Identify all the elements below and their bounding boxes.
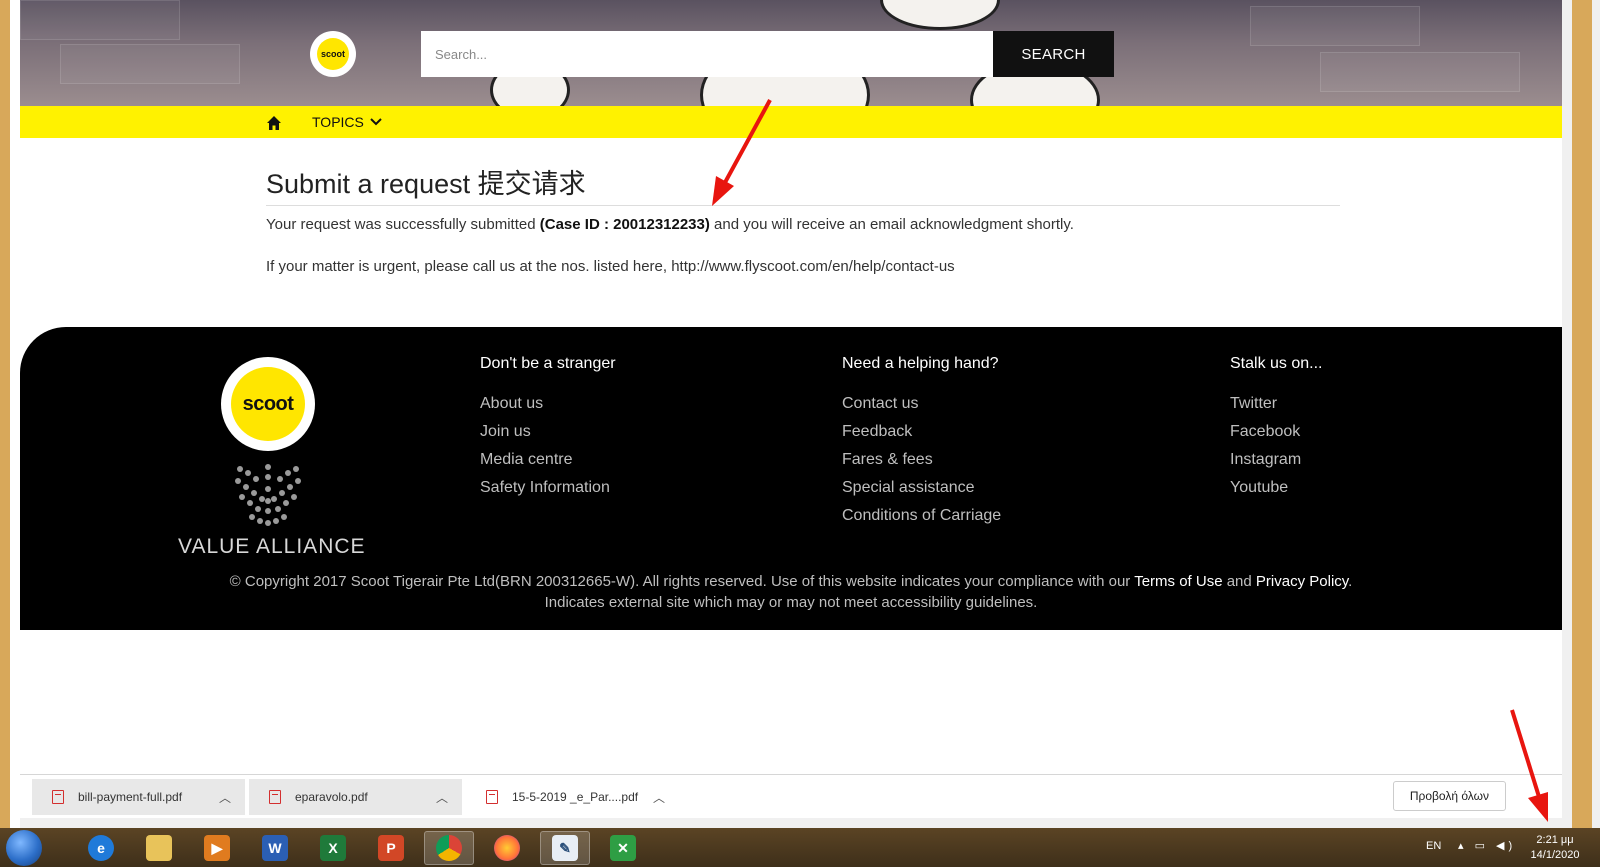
copyright-period: . [1348,573,1353,590]
footer-link-contact[interactable]: Contact us [842,395,1001,423]
chevron-up-icon[interactable]: ︿ [219,789,231,806]
topics-label: TOPICS [312,114,364,130]
success-message: Your request was successfully submitted … [266,216,1074,233]
clock-date: 14/1/2020 [1530,849,1580,861]
chevron-up-icon[interactable]: ︿ [436,789,448,806]
footer-heading: Don't be a stranger [480,355,616,372]
banner-brick [1250,6,1420,46]
media-player-icon: ▶ [204,835,230,861]
footer-column-social: Stalk us on... Twitter Facebook Instagra… [1230,355,1323,507]
download-bar: bill-payment-full.pdf ︿ eparavolo.pdf ︿ … [20,774,1562,818]
excel-icon: X [320,835,346,861]
banner-brick [60,44,240,84]
scoot-footer-logo-text: scoot [231,367,305,441]
footer-link-safety[interactable]: Safety Information [480,479,616,507]
clock-time: 2:21 μμ [1536,834,1574,846]
footer-link-youtube[interactable]: Youtube [1230,479,1323,507]
download-filename: 15-5-2019 _e_Par....pdf [512,790,639,804]
footer-heading: Stalk us on... [1230,355,1323,372]
urgent-contact-message: If your matter is urgent, please call us… [266,258,955,275]
word-icon: W [262,835,288,861]
value-alliance-icon [235,464,301,526]
taskbar-excel[interactable]: X [308,831,358,865]
search-input[interactable] [421,31,993,77]
download-filename: bill-payment-full.pdf [78,790,183,804]
start-button[interactable] [6,830,42,866]
tray-icons[interactable]: ▴ ▭ ◀) [1458,839,1516,852]
annotation-arrow-icon [1510,709,1548,822]
powerpoint-icon: P [378,835,404,861]
footer-link-fares[interactable]: Fares & fees [842,451,1001,479]
scoot-logo[interactable]: scoot [310,31,356,77]
pdf-icon [52,790,64,804]
chevron-up-icon[interactable]: ︿ [653,789,665,806]
annotation-arrow-icon [712,99,772,206]
copyright-main: © Copyright 2017 Scoot Tigerair Pte Ltd(… [229,573,1135,590]
site-footer: scoot VALUE ALLIANCE Don't be a stranger… [20,327,1562,630]
download-item[interactable]: bill-payment-full.pdf ︿ [32,779,245,815]
web-page: scoot SEARCH TOPICS Submit a request 提交请… [20,0,1562,774]
taskbar-powerpoint[interactable]: P [366,831,416,865]
footer-link-about[interactable]: About us [480,395,616,423]
nav-bar: TOPICS [20,106,1562,138]
footer-link-join[interactable]: Join us [480,423,616,451]
footer-link-facebook[interactable]: Facebook [1230,423,1323,451]
footer-link-media[interactable]: Media centre [480,451,616,479]
firefox-icon [494,835,520,861]
vertical-scrollbar[interactable] [1592,0,1600,828]
show-all-downloads-button[interactable]: Προβολή όλων [1392,781,1506,811]
taskbar-word[interactable]: W [250,831,300,865]
folder-icon [146,835,172,861]
footer-column-stranger: Don't be a stranger About us Join us Med… [480,355,616,507]
banner-brick [1320,52,1520,92]
footer-link-instagram[interactable]: Instagram [1230,451,1323,479]
pdf-icon [269,790,281,804]
banner-illustration [880,0,1000,30]
taskbar-explorer[interactable] [134,831,184,865]
value-alliance-label: VALUE ALLIANCE [178,535,366,558]
download-item[interactable]: eparavolo.pdf ︿ [249,779,462,815]
download-item[interactable]: 15-5-2019 _e_Par....pdf ︿ [466,779,679,815]
privacy-link[interactable]: Privacy Policy [1256,573,1348,590]
feather-app-icon: ✎ [552,835,578,861]
message-text-end: and you will receive an email acknowledg… [709,216,1074,233]
home-icon[interactable] [266,115,282,131]
chrome-icon [436,835,462,861]
footer-link-carriage[interactable]: Conditions of Carriage [842,507,1001,535]
footer-link-feedback[interactable]: Feedback [842,423,1001,451]
taskbar-app[interactable]: ✎ [540,831,590,865]
copyright-text: © Copyright 2017 Scoot Tigerair Pte Ltd(… [20,573,1562,590]
internet-explorer-icon: e [88,835,114,861]
browser-window: scoot SEARCH TOPICS Submit a request 提交请… [0,0,1600,828]
header-banner: scoot SEARCH [20,0,1562,106]
language-indicator[interactable]: EN [1426,840,1441,852]
footer-column-help: Need a helping hand? Contact us Feedback… [842,355,1001,535]
taskbar-firefox[interactable] [482,831,532,865]
case-id: (Case ID : 20012312233) [539,216,710,233]
taskbar-chrome[interactable] [424,831,474,865]
chevron-down-icon [370,118,382,126]
scoot-footer-logo: scoot [221,357,315,451]
taskbar-media[interactable]: ▶ [192,831,242,865]
external-site-note: Indicates external site which may or may… [544,594,1038,611]
page-title: Submit a request 提交请求 [266,169,586,199]
title-divider [266,205,1340,206]
download-filename: eparavolo.pdf [295,790,368,804]
taskbar-app-green[interactable]: ✕ [598,831,648,865]
footer-heading: Need a helping hand? [842,355,999,372]
pdf-icon [486,790,498,804]
taskbar: e ▶ W X P ✎ ✕ EN ▴ ▭ ◀) 2:21 μμ 14/1/202… [0,828,1600,867]
copyright-and: and [1222,573,1256,590]
topics-menu[interactable]: TOPICS [312,114,382,130]
terms-link[interactable]: Terms of Use [1134,573,1222,590]
scoot-logo-text: scoot [317,38,349,70]
taskbar-ie[interactable]: e [76,831,126,865]
message-text: Your request was successfully submitted [266,216,540,233]
system-clock[interactable]: 2:21 μμ 14/1/2020 [1520,833,1590,863]
green-app-icon: ✕ [610,835,636,861]
search-button[interactable]: SEARCH [993,31,1114,77]
footer-link-assistance[interactable]: Special assistance [842,479,1001,507]
banner-brick [20,0,180,40]
footer-link-twitter[interactable]: Twitter [1230,395,1323,423]
